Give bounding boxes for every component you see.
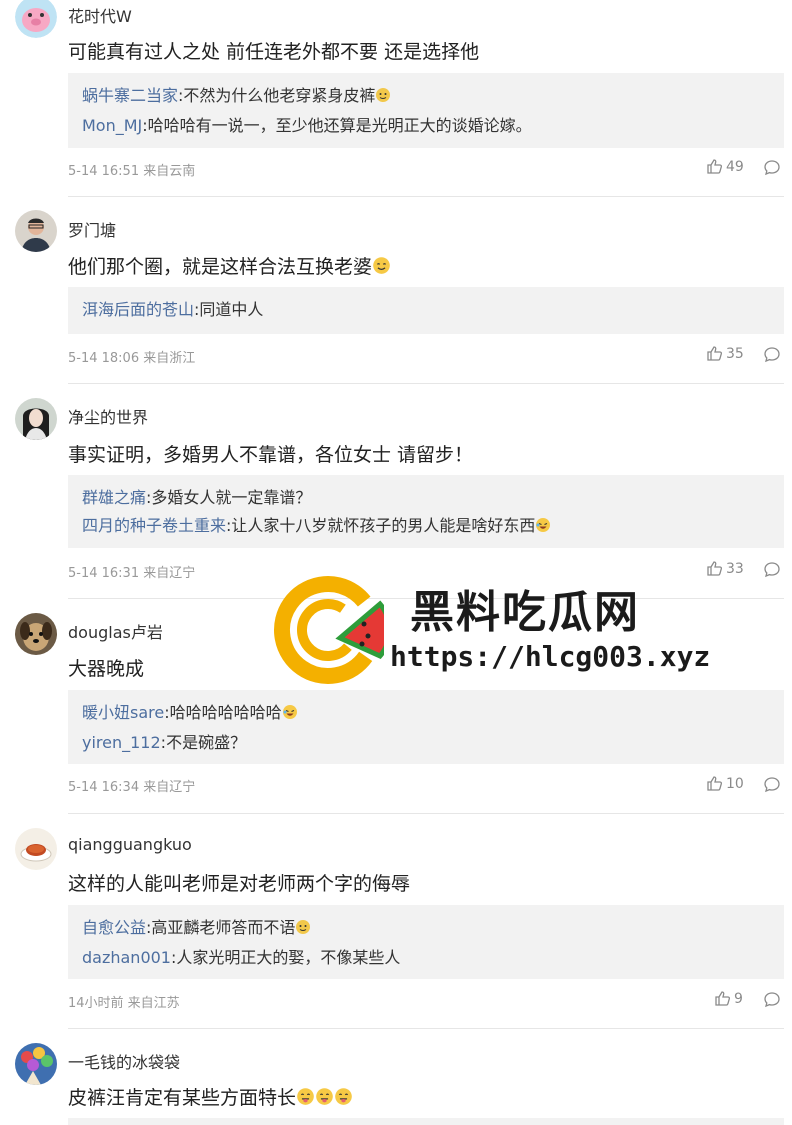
reply-item: Mon_MJ:哈哈哈有一说一，至少他还算是光明正大的谈婚论嫁。 bbox=[82, 112, 784, 140]
divider bbox=[68, 383, 784, 384]
thumbs-up-icon bbox=[707, 346, 723, 361]
like-count: 33 bbox=[726, 560, 744, 577]
like-count: 9 bbox=[734, 990, 743, 1007]
avatar[interactable] bbox=[15, 0, 57, 38]
like-button[interactable]: 10 bbox=[706, 775, 744, 792]
reply-box[interactable]: 群雄之痛:多婚女人就一定靠谱？ 四月的种子卷土重来:让人家十八岁就怀孩子的男人能… bbox=[68, 475, 784, 548]
reply-author[interactable]: Mon_MJ bbox=[82, 116, 142, 135]
comment-text: 大器晚成 bbox=[68, 658, 145, 680]
reply-item: 暖小妞sare:哈哈哈哈哈哈哈 bbox=[82, 699, 784, 729]
comment-text: 事实证明，多婚男人不靠谱，各位女士 请留步！ bbox=[68, 444, 474, 466]
comment-text: 皮裤汪肯定有某些方面特长 bbox=[68, 1083, 353, 1111]
comment-meta: 5-14 18:06 来自浙江 bbox=[68, 351, 196, 366]
doge-emoji-icon bbox=[295, 916, 311, 944]
reply-item: dazhan001:人家光明正大的娶，不像某些人 bbox=[82, 944, 784, 972]
username[interactable]: douglas卢岩 bbox=[68, 619, 163, 643]
like-count: 35 bbox=[726, 345, 744, 362]
comment-text: 这样的人能叫老师是对老师两个字的侮辱 bbox=[68, 873, 411, 895]
tongue-emoji-icon bbox=[315, 1087, 334, 1111]
comment-meta: 5-14 16:34 来自辽宁 bbox=[68, 780, 196, 795]
divider bbox=[68, 1028, 784, 1029]
reply-author[interactable]: 群雄之痛 bbox=[82, 488, 146, 507]
username[interactable]: 花时代W bbox=[68, 3, 132, 27]
reply-text: :让人家十八岁就怀孩子的男人能是啥好东西 bbox=[226, 516, 536, 535]
smile-emoji-icon bbox=[372, 256, 391, 280]
reply-item: 洱海后面的苍山:同道中人 bbox=[82, 296, 784, 324]
divider bbox=[68, 813, 784, 814]
reply-text: :哈哈哈哈哈哈哈 bbox=[164, 703, 282, 722]
like-count: 49 bbox=[726, 158, 744, 175]
thumbs-up-icon bbox=[715, 991, 731, 1006]
reply-box[interactable]: 蜗牛寨二当家:不然为什么他老穿紧身皮裤 Mon_MJ:哈哈哈有一说一，至少他还算… bbox=[68, 73, 784, 148]
comment-bubble-icon[interactable] bbox=[763, 561, 781, 579]
reply-item: 自愈公益:高亚麟老师答而不语 bbox=[82, 914, 784, 944]
reply-box[interactable]: 洱海后面的苍山:同道中人 bbox=[68, 287, 784, 334]
reply-text: :同道中人 bbox=[194, 300, 264, 319]
watermark-url: https://hlcg003.xyz bbox=[390, 640, 711, 673]
username[interactable]: 一毛钱的冰袋袋 bbox=[68, 1049, 180, 1073]
reply-text: :高亚麟老师答而不语 bbox=[146, 918, 296, 937]
reply-author[interactable]: 暖小妞sare bbox=[82, 703, 164, 722]
username[interactable]: 罗门塘 bbox=[68, 217, 116, 241]
reply-box[interactable]: 自愈公益:高亚麟老师答而不语 dazhan001:人家光明正大的娶，不像某些人 bbox=[68, 905, 784, 979]
divider bbox=[68, 196, 784, 197]
tongue-emoji-icon bbox=[334, 1087, 353, 1111]
reply-text: :人家光明正大的娶，不像某些人 bbox=[170, 948, 401, 967]
reply-text: :哈哈哈有一说一，至少他还算是光明正大的谈婚论嫁。 bbox=[142, 116, 532, 135]
avatar[interactable] bbox=[15, 398, 57, 440]
comment-bubble-icon[interactable] bbox=[763, 159, 781, 177]
reply-author[interactable]: 四月的种子卷土重来 bbox=[82, 516, 226, 535]
tongue-emoji-icon bbox=[296, 1087, 315, 1111]
comment-text: 可能真有过人之处 前任连老外都不要 还是选择他 bbox=[68, 41, 480, 63]
comment-text: 他们那个圈，就是这样合法互换老婆 bbox=[68, 252, 391, 280]
thumbs-up-icon bbox=[707, 776, 723, 791]
watermark-title: 黑料吃瓜网 bbox=[410, 587, 640, 638]
reply-author[interactable]: yiren_112 bbox=[82, 733, 161, 752]
like-button[interactable]: 35 bbox=[706, 345, 744, 362]
reply-box[interactable]: 暖小妞sare:哈哈哈哈哈哈哈 yiren_112:不是碗盛？ bbox=[68, 690, 784, 764]
comment-bubble-icon[interactable] bbox=[763, 346, 781, 364]
like-button[interactable]: 49 bbox=[706, 158, 744, 175]
reply-item: 四月的种子卷土重来:让人家十八岁就怀孩子的男人能是啥好东西 bbox=[82, 512, 784, 542]
reply-box bbox=[68, 1118, 784, 1125]
avatar[interactable] bbox=[15, 210, 57, 252]
comment-meta: 5-14 16:51 来自云南 bbox=[68, 164, 196, 179]
thumbs-up-icon bbox=[707, 159, 723, 174]
reply-author[interactable]: dazhan001 bbox=[82, 948, 171, 967]
like-count: 10 bbox=[726, 775, 744, 792]
comment-bubble-icon[interactable] bbox=[763, 776, 781, 794]
reply-item: yiren_112:不是碗盛？ bbox=[82, 729, 784, 757]
watermark: 黑料吃瓜网 https://hlcg003.xyz bbox=[272, 574, 722, 694]
comment-meta: 14小时前 来自江苏 bbox=[68, 996, 180, 1011]
comment-bubble-icon[interactable] bbox=[763, 991, 781, 1009]
doge-emoji-icon bbox=[375, 84, 391, 112]
reply-item: 群雄之痛:多婚女人就一定靠谱？ bbox=[82, 484, 784, 512]
reply-text: :多婚女人就一定靠谱？ bbox=[146, 488, 312, 507]
reply-text: :不是碗盛？ bbox=[160, 733, 247, 752]
laugh-emoji-icon bbox=[535, 514, 551, 542]
reply-text: :不然为什么他老穿紧身皮裤 bbox=[178, 86, 376, 105]
like-button[interactable]: 9 bbox=[714, 990, 743, 1007]
reply-author[interactable]: 蜗牛寨二当家 bbox=[82, 86, 178, 105]
reply-author[interactable]: 洱海后面的苍山 bbox=[82, 300, 194, 319]
username[interactable]: 净尘的世界 bbox=[68, 404, 148, 428]
avatar[interactable] bbox=[15, 613, 57, 655]
avatar[interactable] bbox=[15, 828, 57, 870]
reply-author[interactable]: 自愈公益 bbox=[82, 918, 146, 937]
username[interactable]: qiangguangkuo bbox=[68, 835, 192, 854]
reply-item: 蜗牛寨二当家:不然为什么他老穿紧身皮裤 bbox=[82, 82, 784, 112]
avatar[interactable] bbox=[15, 1043, 57, 1085]
laugh-emoji-icon bbox=[282, 701, 298, 729]
watermark-logo-icon bbox=[274, 576, 384, 684]
comment-meta: 5-14 16:31 来自辽宁 bbox=[68, 566, 196, 581]
